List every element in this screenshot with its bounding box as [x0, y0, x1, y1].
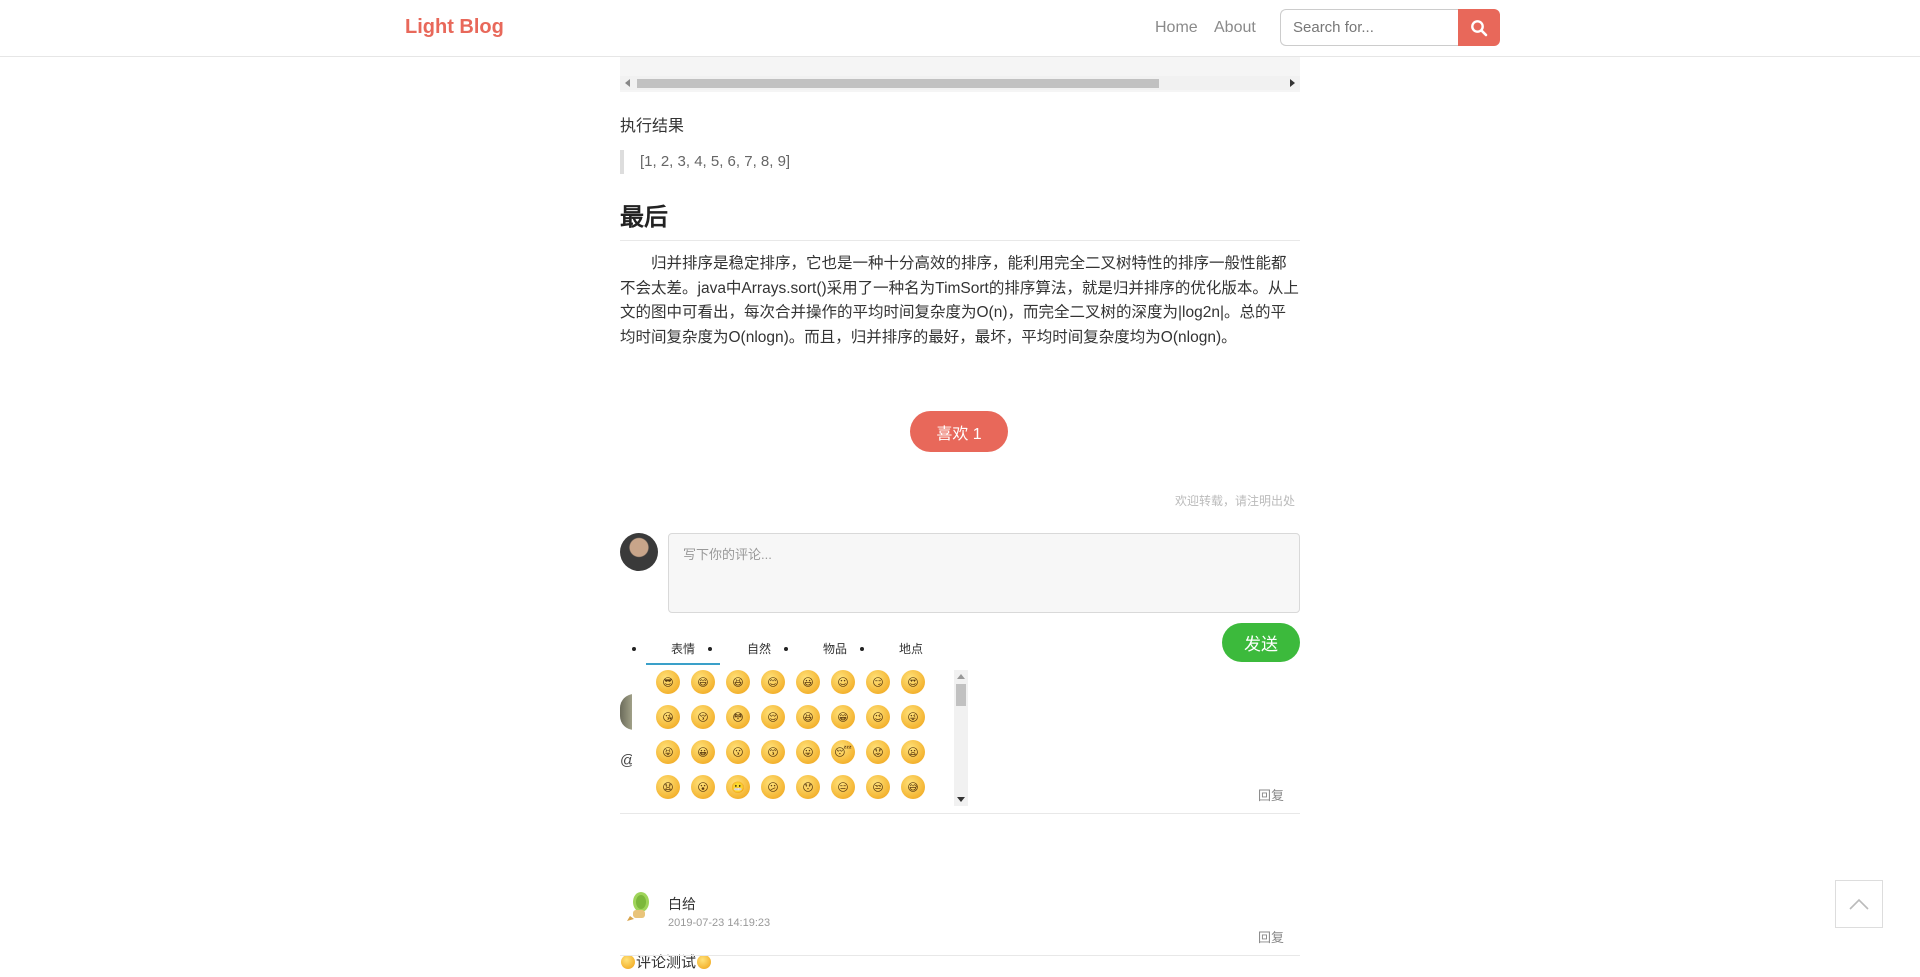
like-button[interactable]: 喜欢 1: [910, 411, 1008, 452]
tab-bullet: [708, 647, 712, 651]
emoji-picker: 表情 自然 物品 地点 😎 😄 😆 😊 😃 ☺ 😏 😍 😘 😚 😳 😌 😆 😁 😉 😜 😝 😀 😗 😙 😛 😴 😟 😦 😧 😮 😬 😕…: [632, 636, 982, 806]
result-output: [1, 2, 3, 4, 5, 6, 7, 8, 9]: [620, 150, 790, 174]
emoji-vertical-scrollbar[interactable]: [954, 670, 968, 806]
search-icon: [1471, 19, 1488, 36]
emoji-cell[interactable]: 😏: [866, 670, 890, 694]
emoji-cell[interactable]: 😀: [691, 740, 715, 764]
brand-logo[interactable]: Light Blog: [405, 16, 504, 39]
nav-link-about[interactable]: About: [1214, 19, 1256, 37]
avatar: [620, 533, 658, 571]
emoji-cell[interactable]: 😗: [726, 740, 750, 764]
emoji-cell[interactable]: 😉: [866, 705, 890, 729]
emoji-cell[interactable]: 😯: [796, 775, 820, 799]
emoji-cell[interactable]: 😄: [691, 670, 715, 694]
emoji-cell[interactable]: 😧: [656, 775, 680, 799]
chevron-up-icon: [1849, 898, 1869, 910]
tab-bullet: [860, 647, 864, 651]
grin-emoji-icon: [697, 954, 712, 969]
emoji-cell[interactable]: 😴: [831, 740, 855, 764]
emoji-cell[interactable]: 😟: [866, 740, 890, 764]
emoji-cell[interactable]: 😆: [726, 670, 750, 694]
article-paragraph: 归并排序是稳定排序，它也是一种十分高效的排序，能利用完全二叉树特性的排序一般性能…: [620, 255, 1299, 346]
back-to-top-button[interactable]: [1835, 880, 1883, 928]
grin-emoji-icon: [621, 954, 635, 969]
nav-link-home[interactable]: Home: [1155, 19, 1198, 37]
emoji-cell[interactable]: 😆: [796, 705, 820, 729]
scrollbar-thumb[interactable]: [956, 684, 966, 706]
emoji-cell[interactable]: 😜: [901, 705, 925, 729]
comment-author[interactable]: 白给: [668, 894, 696, 914]
emoji-cell[interactable]: 😦: [901, 740, 925, 764]
emoji-cell[interactable]: 😮: [691, 775, 715, 799]
send-button[interactable]: 发送: [1222, 623, 1300, 662]
emoji-cell[interactable]: 😝: [656, 740, 680, 764]
emoji-cell[interactable]: 😬: [726, 775, 750, 799]
emoji-cell[interactable]: 😛: [796, 740, 820, 764]
emoji-tabs: 表情 自然 物品 地点: [632, 636, 982, 665]
comment-divider: [620, 813, 1300, 814]
emoji-cell[interactable]: 😒: [866, 775, 890, 799]
emoji-cell[interactable]: ☺: [831, 670, 855, 694]
tab-bullet: [784, 647, 788, 651]
scroll-left-icon[interactable]: [625, 79, 630, 87]
emoji-cell[interactable]: 😳: [726, 705, 750, 729]
reply-link[interactable]: 回复: [1258, 927, 1284, 946]
emoji-cell[interactable]: 😚: [691, 705, 715, 729]
emoji-cell[interactable]: 😊: [761, 670, 785, 694]
scroll-up-icon[interactable]: [957, 674, 965, 679]
search-input[interactable]: [1280, 9, 1458, 46]
emoji-cell[interactable]: 😅: [901, 775, 925, 799]
emoji-cell[interactable]: 😃: [796, 670, 820, 694]
comment-timestamp: 2019-07-23 14:19:23: [668, 917, 771, 929]
scroll-down-icon[interactable]: [957, 797, 965, 802]
avatar-icon: [627, 892, 649, 921]
scroll-right-icon[interactable]: [1290, 79, 1295, 87]
emoji-cell[interactable]: 😌: [761, 705, 785, 729]
emoji-tab-places[interactable]: 地点: [874, 636, 948, 663]
emoji-cell[interactable]: 😑: [831, 775, 855, 799]
emoji-cell[interactable]: 😁: [831, 705, 855, 729]
emoji-cell[interactable]: 😍: [901, 670, 925, 694]
result-label: 执行结果: [620, 118, 685, 135]
section-title: 最后: [620, 197, 1300, 241]
comment-divider: [620, 955, 1300, 956]
comment-avatar: [620, 888, 658, 926]
emoji-cell[interactable]: 😘: [656, 705, 680, 729]
repost-note: 欢迎转载，请注明出处: [1174, 494, 1295, 508]
tab-bullet: [632, 647, 636, 651]
reply-link[interactable]: 回复: [1258, 785, 1284, 804]
emoji-cell[interactable]: 😕: [761, 775, 785, 799]
emoji-cell[interactable]: 😎: [656, 670, 680, 694]
emoji-cell[interactable]: 😙: [761, 740, 785, 764]
top-navbar: Light Blog Home About: [0, 0, 1920, 57]
search-button[interactable]: [1458, 9, 1500, 46]
scrollbar-thumb[interactable]: [637, 79, 1159, 88]
comment-input[interactable]: [668, 533, 1300, 613]
code-horizontal-scrollbar[interactable]: [620, 76, 1300, 90]
